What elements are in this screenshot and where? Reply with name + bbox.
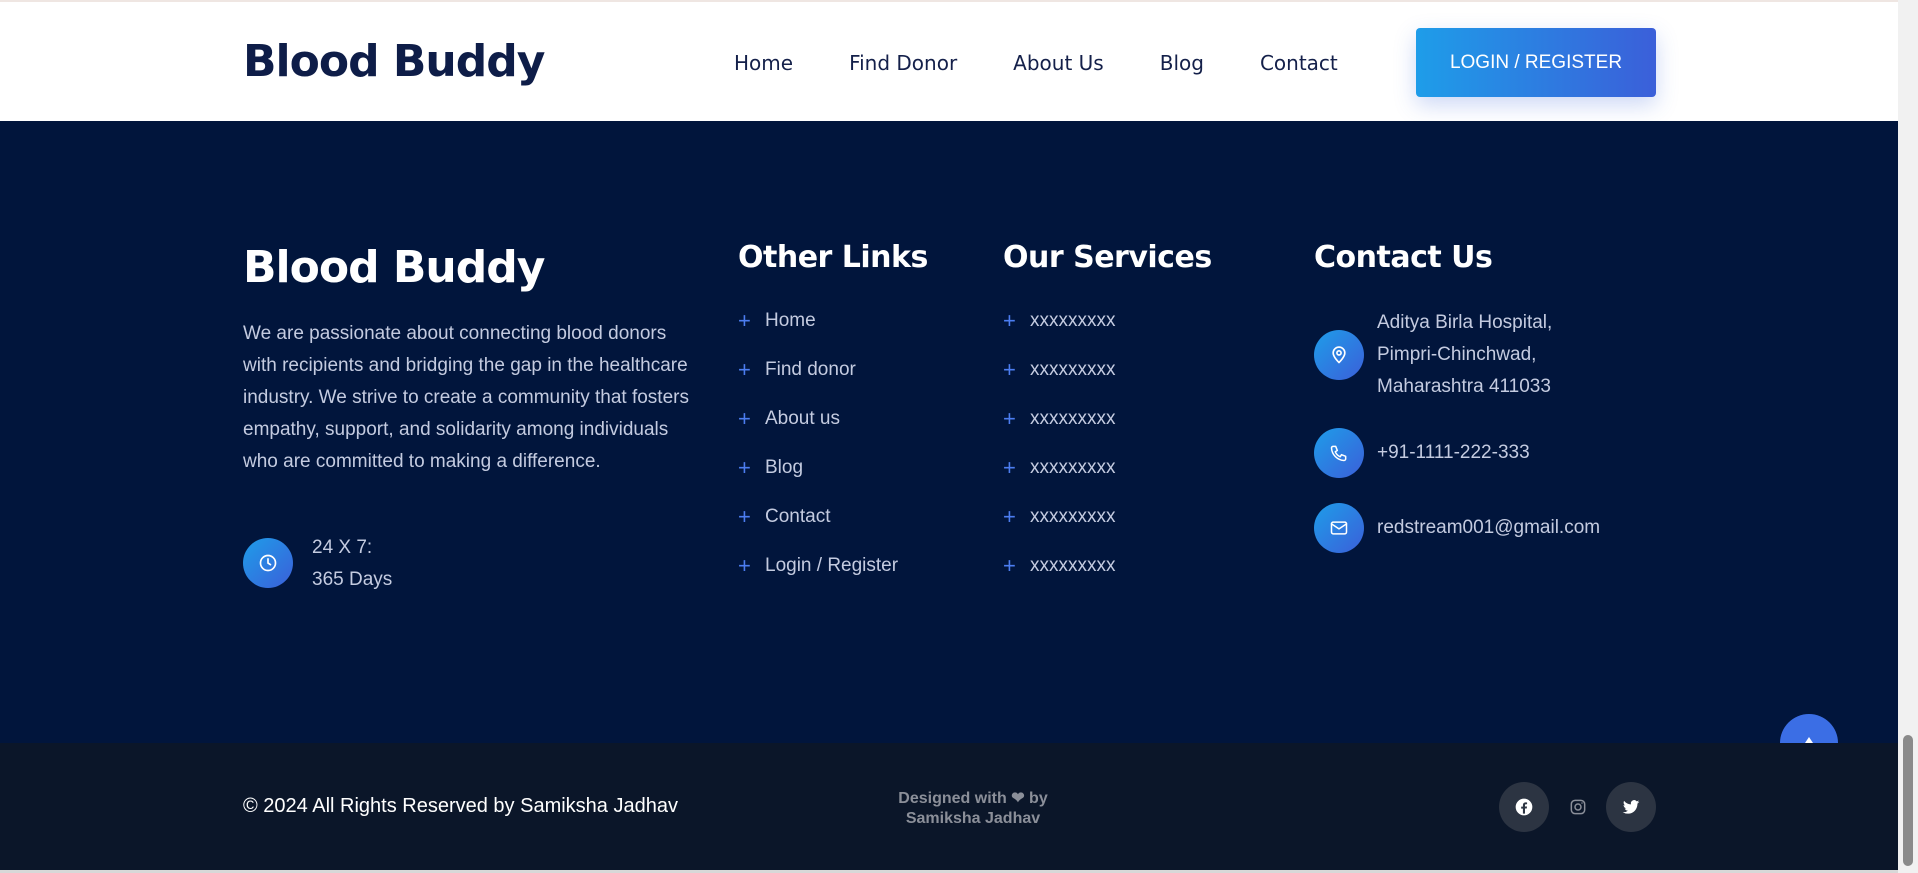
footer-about-text: We are passionate about connecting blood…: [243, 323, 689, 472]
plus-icon: +: [1003, 307, 1016, 333]
plus-icon: +: [738, 307, 751, 333]
scrollbar-thumb[interactable]: [1903, 735, 1913, 866]
plus-icon: +: [738, 552, 751, 578]
address-line-3: Maharashtra 411033: [1377, 376, 1551, 397]
nav-blog[interactable]: Blog: [1160, 51, 1204, 75]
plus-icon: +: [1003, 552, 1016, 578]
designer-name: Samiksha Jadhav: [905, 810, 1041, 827]
footer-link-blog[interactable]: + Blog: [738, 443, 898, 492]
footer-link-login-register[interactable]: + Login / Register: [738, 541, 898, 590]
service-label: xxxxxxxxx: [1030, 505, 1116, 527]
service-item[interactable]: + xxxxxxxxx: [1003, 394, 1116, 443]
link-label: Contact: [765, 505, 831, 527]
link-label: About us: [765, 407, 840, 429]
plus-icon: +: [738, 356, 751, 382]
brand-logo[interactable]: Blood Buddy: [243, 36, 545, 87]
link-label: Find donor: [765, 358, 856, 380]
service-item[interactable]: + xxxxxxxxx: [1003, 345, 1116, 394]
footer-link-about-us[interactable]: + About us: [738, 394, 898, 443]
plus-icon: +: [1003, 503, 1016, 529]
link-label: Home: [765, 309, 816, 331]
other-links-list: + Home + Find donor + About us + Blog + Conta…: [738, 296, 898, 590]
copyright-text: © 2024 All Rights Reserved by Samiksha J…: [243, 795, 678, 817]
twitter-icon[interactable]: [1606, 782, 1656, 832]
plus-icon: +: [738, 405, 751, 431]
footer-link-contact[interactable]: + Contact: [738, 492, 898, 541]
plus-icon: +: [1003, 454, 1016, 480]
plus-icon: +: [1003, 356, 1016, 382]
contact-phone[interactable]: +91-1111-222-333: [1377, 437, 1530, 469]
hours-line-2: 365 Days: [312, 569, 393, 590]
mail-icon: [1314, 503, 1364, 553]
plus-icon: +: [738, 454, 751, 480]
service-label: xxxxxxxxx: [1030, 554, 1116, 576]
footer-link-home[interactable]: + Home: [738, 296, 898, 345]
service-item[interactable]: + xxxxxxxxx: [1003, 296, 1116, 345]
service-item[interactable]: + xxxxxxxxx: [1003, 443, 1116, 492]
designed-by-credit: Designed with ❤ by Samiksha Jadhav: [880, 789, 1066, 829]
nav-find-donor[interactable]: Find Donor: [849, 51, 957, 75]
address-line-1: Aditya Birla Hospital,: [1377, 312, 1553, 333]
plus-icon: +: [738, 503, 751, 529]
service-label: xxxxxxxxx: [1030, 456, 1116, 478]
instagram-icon[interactable]: [1553, 782, 1603, 832]
nav-contact[interactable]: Contact: [1260, 51, 1338, 75]
login-register-button[interactable]: LOGIN / REGISTER: [1416, 28, 1656, 97]
navbar: Blood Buddy Home Find Donor About Us Blo…: [0, 2, 1898, 121]
contact-us-title: Contact Us: [1314, 240, 1493, 275]
clock-icon: [243, 538, 293, 588]
link-label: Blog: [765, 456, 804, 478]
designed-suffix: by: [1029, 790, 1048, 807]
heart-icon: ❤: [1011, 790, 1025, 807]
service-label: xxxxxxxxx: [1030, 407, 1116, 429]
hours-line-1: 24 X 7:: [312, 537, 373, 558]
service-item[interactable]: + xxxxxxxxx: [1003, 541, 1116, 590]
location-icon: [1314, 330, 1364, 380]
designed-prefix: Designed with: [898, 790, 1007, 807]
footer-brand: Blood Buddy: [243, 242, 545, 293]
service-label: xxxxxxxxx: [1030, 309, 1116, 331]
address-line-2: Pimpri-Chinchwad,: [1377, 344, 1537, 365]
facebook-icon[interactable]: [1499, 782, 1549, 832]
service-item[interactable]: + xxxxxxxxx: [1003, 492, 1116, 541]
footer-link-find-donor[interactable]: + Find donor: [738, 345, 898, 394]
link-label: Login / Register: [765, 554, 899, 576]
phone-icon: [1314, 428, 1364, 478]
nav-about-us[interactable]: About Us: [1013, 51, 1104, 75]
nav-home[interactable]: Home: [734, 51, 793, 75]
hours-text: 24 X 7: 365 Days: [312, 532, 392, 596]
contact-address: Aditya Birla Hospital, Pimpri-Chinchwad,…: [1377, 307, 1552, 403]
main-nav: Home Find Donor About Us Blog Contact: [734, 51, 1338, 75]
plus-icon: +: [1003, 405, 1016, 431]
service-label: xxxxxxxxx: [1030, 358, 1116, 380]
services-list: + xxxxxxxxx + xxxxxxxxx + xxxxxxxxx + xxxxxx…: [1003, 296, 1116, 590]
contact-email[interactable]: redstream001@gmail.com: [1377, 512, 1600, 544]
our-services-title: Our Services: [1003, 240, 1212, 275]
other-links-title: Other Links: [738, 240, 928, 275]
